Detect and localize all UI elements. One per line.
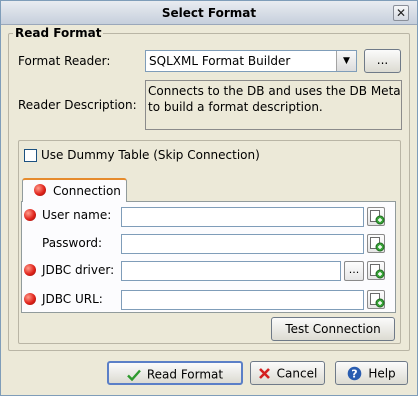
add-variable-icon xyxy=(370,293,385,308)
read-format-button[interactable]: Read Format xyxy=(107,361,243,385)
add-variable-icon xyxy=(370,210,385,225)
title-bar[interactable]: Select Format ✕ xyxy=(1,1,417,25)
svg-text:?: ? xyxy=(352,368,358,381)
chevron-down-icon[interactable]: ▼ xyxy=(336,51,356,71)
select-format-dialog: Select Format ✕ Read Format Format Reade… xyxy=(0,0,418,396)
tab-connection[interactable]: Connection xyxy=(22,178,127,202)
read-format-group-title: Read Format xyxy=(13,26,104,40)
user-name-input[interactable] xyxy=(121,207,364,227)
checkmark-icon xyxy=(127,369,141,381)
use-dummy-table-checkbox[interactable] xyxy=(24,149,37,162)
required-dot-icon xyxy=(24,293,36,305)
required-dot-icon xyxy=(24,264,36,276)
jdbc-url-label: JDBC URL: xyxy=(42,292,103,306)
read-format-button-label: Read Format xyxy=(146,367,224,382)
jdbc-driver-label: JDBC driver: xyxy=(42,263,115,277)
format-reader-browse-button[interactable]: ... xyxy=(364,49,401,73)
window-title: Select Format xyxy=(161,6,257,20)
add-variable-icon xyxy=(370,237,385,252)
format-reader-value: SQLXML Format Builder xyxy=(149,54,291,68)
user-name-add-button[interactable] xyxy=(367,207,385,226)
format-reader-select[interactable]: SQLXML Format Builder ▼ xyxy=(145,50,357,72)
user-name-label: User name: xyxy=(42,208,112,222)
help-button[interactable]: ? Help xyxy=(335,361,408,385)
reader-description-line-1: Connects to the DB and uses the DB MetaD… xyxy=(148,84,402,98)
reader-description-text: Connects to the DB and uses the DB MetaD… xyxy=(145,80,402,130)
help-button-label: Help xyxy=(368,366,396,381)
reader-description-line-2: to build a format description. xyxy=(148,100,323,114)
use-dummy-table-label[interactable]: Use Dummy Table (Skip Connection) xyxy=(41,148,260,162)
test-connection-button[interactable]: Test Connection xyxy=(271,317,395,341)
jdbc-driver-input[interactable] xyxy=(121,261,341,281)
help-icon: ? xyxy=(348,366,362,381)
cancel-button-label: Cancel xyxy=(276,366,318,381)
add-variable-icon xyxy=(370,264,385,279)
required-dot-icon xyxy=(24,209,36,221)
cancel-button[interactable]: Cancel xyxy=(250,361,325,385)
format-reader-label: Format Reader: xyxy=(18,54,111,68)
jdbc-url-input[interactable] xyxy=(121,290,364,310)
password-label: Password: xyxy=(42,236,103,250)
required-dot-icon xyxy=(34,184,46,196)
x-icon xyxy=(258,368,270,379)
jdbc-driver-add-button[interactable] xyxy=(367,261,385,280)
tab-connection-label: Connection xyxy=(53,184,121,198)
close-button[interactable]: ✕ xyxy=(393,5,409,21)
close-icon: ✕ xyxy=(395,6,407,20)
jdbc-url-add-button[interactable] xyxy=(367,290,385,309)
jdbc-driver-browse-button[interactable]: ... xyxy=(344,261,364,281)
password-add-button[interactable] xyxy=(367,234,385,253)
reader-description-label: Reader Description: xyxy=(18,98,137,112)
password-input[interactable] xyxy=(121,234,364,254)
